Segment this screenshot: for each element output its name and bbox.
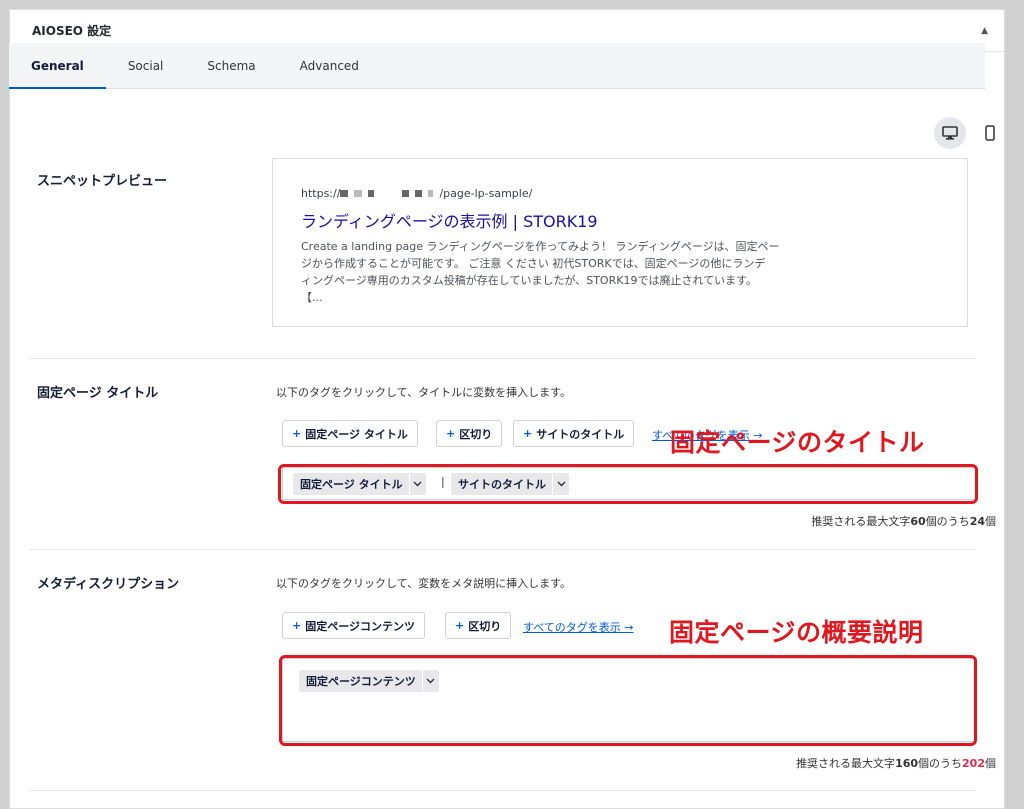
snippet-title[interactable]: ランディングページの表示例 | STORK19 [301, 208, 941, 232]
snippet-description-line: ィングページ専用のカスタム投稿が存在していましたが、STORK19では廃止されて… [301, 274, 758, 287]
settings-tabs: General Social Schema Advanced [9, 43, 985, 89]
snippet-preview-label: スニペットプレビュー [37, 174, 168, 189]
snippet-url: https:// /page-lp-sample/ [301, 187, 941, 200]
snippet-description-line: 【... [301, 291, 323, 304]
chevron-down-icon[interactable] [552, 473, 569, 495]
meta-description-label: メタディスクリプション [37, 577, 180, 592]
snippet-description-line: Create a landing page ランディングページを作ってみよう！ … [301, 240, 780, 253]
description-char-counter: 推奨される最大文字160個のうち202個 [796, 757, 996, 770]
redacted-url-block [354, 190, 363, 197]
redacted-url-block [428, 190, 434, 197]
page-title-chip[interactable]: 固定ページ タイトル [293, 473, 426, 495]
title-annotation: 固定ページのタイトル [670, 428, 925, 457]
plus-icon: + [523, 427, 533, 440]
meta-description-editor[interactable]: 固定ページコンテンツ [282, 658, 976, 742]
description-annotation: 固定ページの概要説明 [669, 618, 924, 647]
snippet-description-line: ジから作成することが可能です。 ご注意 ください 初代STORKでは、固定ページ… [301, 257, 766, 270]
snippet-url-prefix: https:// [301, 187, 341, 200]
mobile-icon [985, 125, 995, 141]
desktop-preview-button[interactable] [934, 117, 966, 149]
insert-separator-tag-button[interactable]: + 区切り [436, 420, 503, 447]
preview-device-toggle [934, 117, 1006, 149]
page-title-label: 固定ページ タイトル [37, 386, 159, 401]
insert-site-title-tag-button[interactable]: + サイトのタイトル [513, 420, 635, 447]
chevron-down-icon[interactable] [421, 670, 439, 692]
mobile-preview-button[interactable] [974, 117, 1006, 149]
snippet-preview-card: https:// /page-lp-sample/ ランディングページの表示例 … [272, 158, 968, 327]
insert-page-title-tag-button[interactable]: + 固定ページ タイトル [282, 420, 418, 447]
tab-social[interactable]: Social [106, 43, 186, 88]
redacted-url-block [402, 190, 410, 197]
description-instruction: 以下のタグをクリックして、変数をメタ説明に挿入します。 [276, 577, 572, 590]
insert-page-content-tag-button[interactable]: + 固定ページコンテンツ [282, 612, 425, 639]
plus-icon: + [455, 619, 465, 632]
page-content-chip[interactable]: 固定ページコンテンツ [299, 670, 439, 692]
redacted-url-block [368, 190, 375, 197]
site-title-chip[interactable]: サイトのタイトル [451, 473, 569, 495]
panel-title: AIOSEO 設定 [32, 24, 112, 38]
insert-separator-tag-button[interactable]: + 区切り [445, 612, 512, 639]
tab-schema[interactable]: Schema [185, 43, 277, 88]
plus-icon: + [292, 619, 302, 632]
title-char-counter: 推奨される最大文字60個のうち24個 [811, 515, 996, 528]
plus-icon: + [292, 427, 302, 440]
desktop-icon [942, 126, 958, 140]
page-title-editor[interactable]: 固定ページ タイトル | サイトのタイトル [282, 467, 976, 500]
section-divider [29, 358, 976, 359]
plus-icon: + [446, 427, 456, 440]
collapse-chevron-up-icon[interactable]: ▲ [977, 22, 992, 40]
title-instruction: 以下のタグをクリックして、タイトルに変数を挿入します。 [276, 386, 572, 399]
show-all-tags-link[interactable]: すべてのタグを表示 → [523, 619, 634, 635]
snippet-description: Create a landing page ランディングページを作ってみよう！ … [301, 238, 831, 306]
chevron-down-icon[interactable] [408, 473, 426, 495]
tab-general[interactable]: General [9, 43, 106, 89]
separator-text: | [441, 475, 445, 488]
section-divider [29, 790, 976, 791]
redacted-url-block [340, 190, 349, 197]
section-divider [29, 549, 976, 550]
redacted-url-block [415, 190, 423, 197]
snippet-url-suffix: /page-lp-sample/ [439, 187, 533, 200]
tab-advanced[interactable]: Advanced [278, 43, 381, 88]
